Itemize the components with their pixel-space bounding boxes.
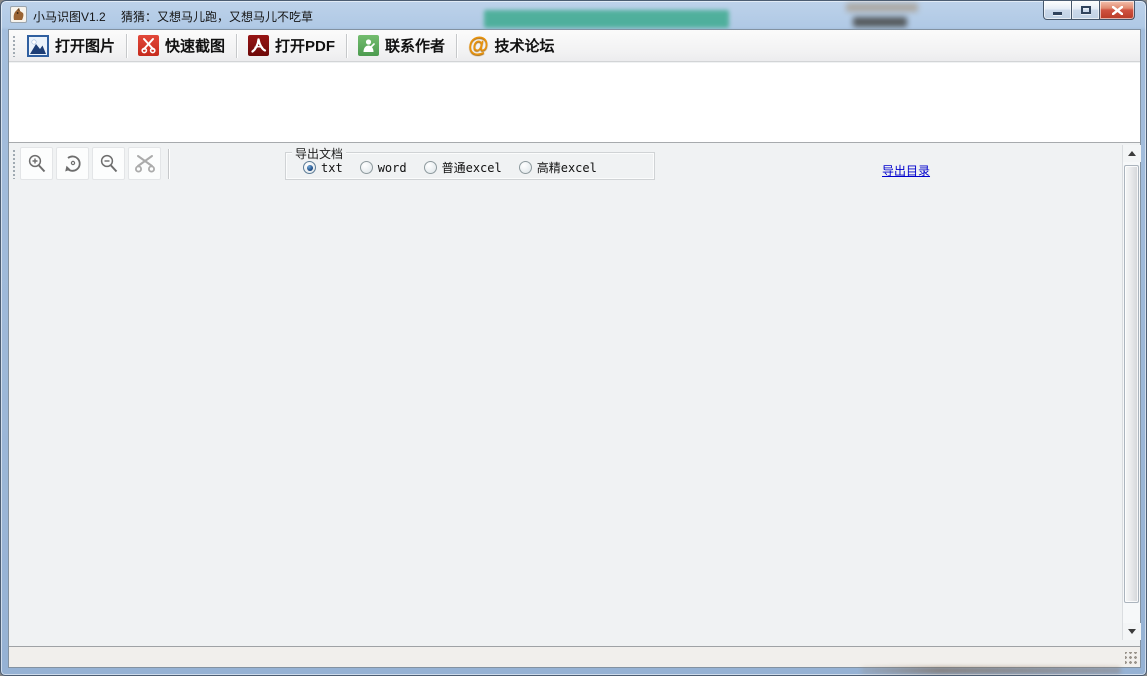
vertical-scrollbar[interactable] xyxy=(1122,145,1140,640)
rotate-icon xyxy=(61,152,85,176)
export-directory-link[interactable]: 导出目录 xyxy=(882,162,930,179)
radio-word[interactable]: word xyxy=(360,161,407,175)
maximize-button[interactable] xyxy=(1072,1,1100,20)
radio-normal-excel[interactable]: 普通excel xyxy=(424,159,502,176)
contact-author-label: 联系作者 xyxy=(385,35,445,56)
tech-forum-label: 技术论坛 xyxy=(495,35,555,56)
window-controls xyxy=(1043,1,1135,20)
radio-word-label: word xyxy=(378,161,407,175)
radio-txt-label: txt xyxy=(321,161,343,175)
scroll-up-button[interactable] xyxy=(1123,145,1141,162)
contact-author-button[interactable]: 联系作者 xyxy=(350,31,453,61)
quick-screenshot-icon xyxy=(138,35,159,56)
contact-author-icon xyxy=(358,35,379,56)
toolbar-separator xyxy=(456,34,457,58)
toolbar-separator xyxy=(236,34,237,58)
open-image-icon xyxy=(27,35,49,57)
titlebar[interactable]: 小马识图V1.2 猜猜：又想马儿跑，又想马儿不吃草 xyxy=(1,1,1147,29)
cut-button[interactable] xyxy=(128,147,161,180)
close-button[interactable] xyxy=(1100,1,1135,20)
rotate-button[interactable] xyxy=(56,147,89,180)
radio-normal-excel-label: 普通excel xyxy=(442,159,502,176)
tech-forum-button[interactable]: @ 技术论坛 xyxy=(460,31,563,61)
open-pdf-icon xyxy=(248,35,269,56)
toolbar-grip[interactable] xyxy=(12,35,16,57)
client-area: 打开图片 快速截图 xyxy=(8,29,1141,668)
scrollbar-thumb[interactable] xyxy=(1124,165,1139,603)
image-toolbar-grip[interactable] xyxy=(12,149,16,179)
scroll-up-arrow-icon xyxy=(1128,151,1136,156)
scroll-down-button[interactable] xyxy=(1123,623,1141,640)
zoom-in-icon xyxy=(26,153,48,175)
app-logo-icon xyxy=(10,6,27,23)
toolbar-separator xyxy=(346,34,347,58)
radio-circle-icon xyxy=(303,161,316,174)
radio-txt[interactable]: txt xyxy=(303,161,343,175)
radio-circle-icon xyxy=(360,161,373,174)
cut-icon xyxy=(133,152,157,176)
window-title: 小马识图V1.2 xyxy=(33,8,106,25)
desktop-bleed-bottom xyxy=(861,667,1121,674)
statusbar xyxy=(9,646,1140,667)
open-image-button[interactable]: 打开图片 xyxy=(19,31,123,61)
scroll-down-arrow-icon xyxy=(1128,629,1136,634)
minimize-icon xyxy=(1053,12,1062,15)
main-toolbar: 打开图片 快速截图 xyxy=(9,30,1140,62)
open-pdf-label: 打开PDF xyxy=(275,35,335,56)
desktop-bleed-dark xyxy=(853,17,907,27)
image-toolbar-separator xyxy=(168,149,169,179)
zoom-in-button[interactable] xyxy=(20,147,53,180)
radio-circle-icon xyxy=(424,161,437,174)
resize-grip[interactable] xyxy=(1125,652,1138,665)
workspace: 导出文档 txt word 普通excel xyxy=(9,144,1140,647)
quick-screenshot-button[interactable]: 快速截图 xyxy=(130,31,233,61)
maximize-icon xyxy=(1081,6,1091,14)
app-window: 小马识图V1.2 猜猜：又想马儿跑，又想马儿不吃草 xyxy=(0,0,1147,676)
toolbar-separator xyxy=(126,34,127,58)
minimize-button[interactable] xyxy=(1043,1,1072,20)
close-icon xyxy=(1112,6,1123,15)
export-format-radios: txt word 普通excel 高精excel xyxy=(303,159,614,176)
zoom-out-button[interactable] xyxy=(92,147,125,180)
open-image-label: 打开图片 xyxy=(55,35,115,56)
image-preview-panel xyxy=(9,63,1140,143)
window-subtitle: 猜猜：又想马儿跑，又想马儿不吃草 xyxy=(121,8,313,25)
desktop-bleed-gray xyxy=(846,3,918,12)
quick-screenshot-label: 快速截图 xyxy=(165,35,225,56)
open-pdf-button[interactable]: 打开PDF xyxy=(240,31,343,61)
tech-forum-at-icon: @ xyxy=(468,35,488,56)
radio-hiprecision-excel-label: 高精excel xyxy=(537,159,597,176)
export-document-group: 导出文档 txt word 普通excel xyxy=(285,152,655,180)
zoom-out-icon xyxy=(98,153,120,175)
radio-circle-icon xyxy=(519,161,532,174)
desktop-bleed-green xyxy=(484,10,729,28)
radio-hiprecision-excel[interactable]: 高精excel xyxy=(519,159,597,176)
image-toolbar xyxy=(9,147,169,180)
